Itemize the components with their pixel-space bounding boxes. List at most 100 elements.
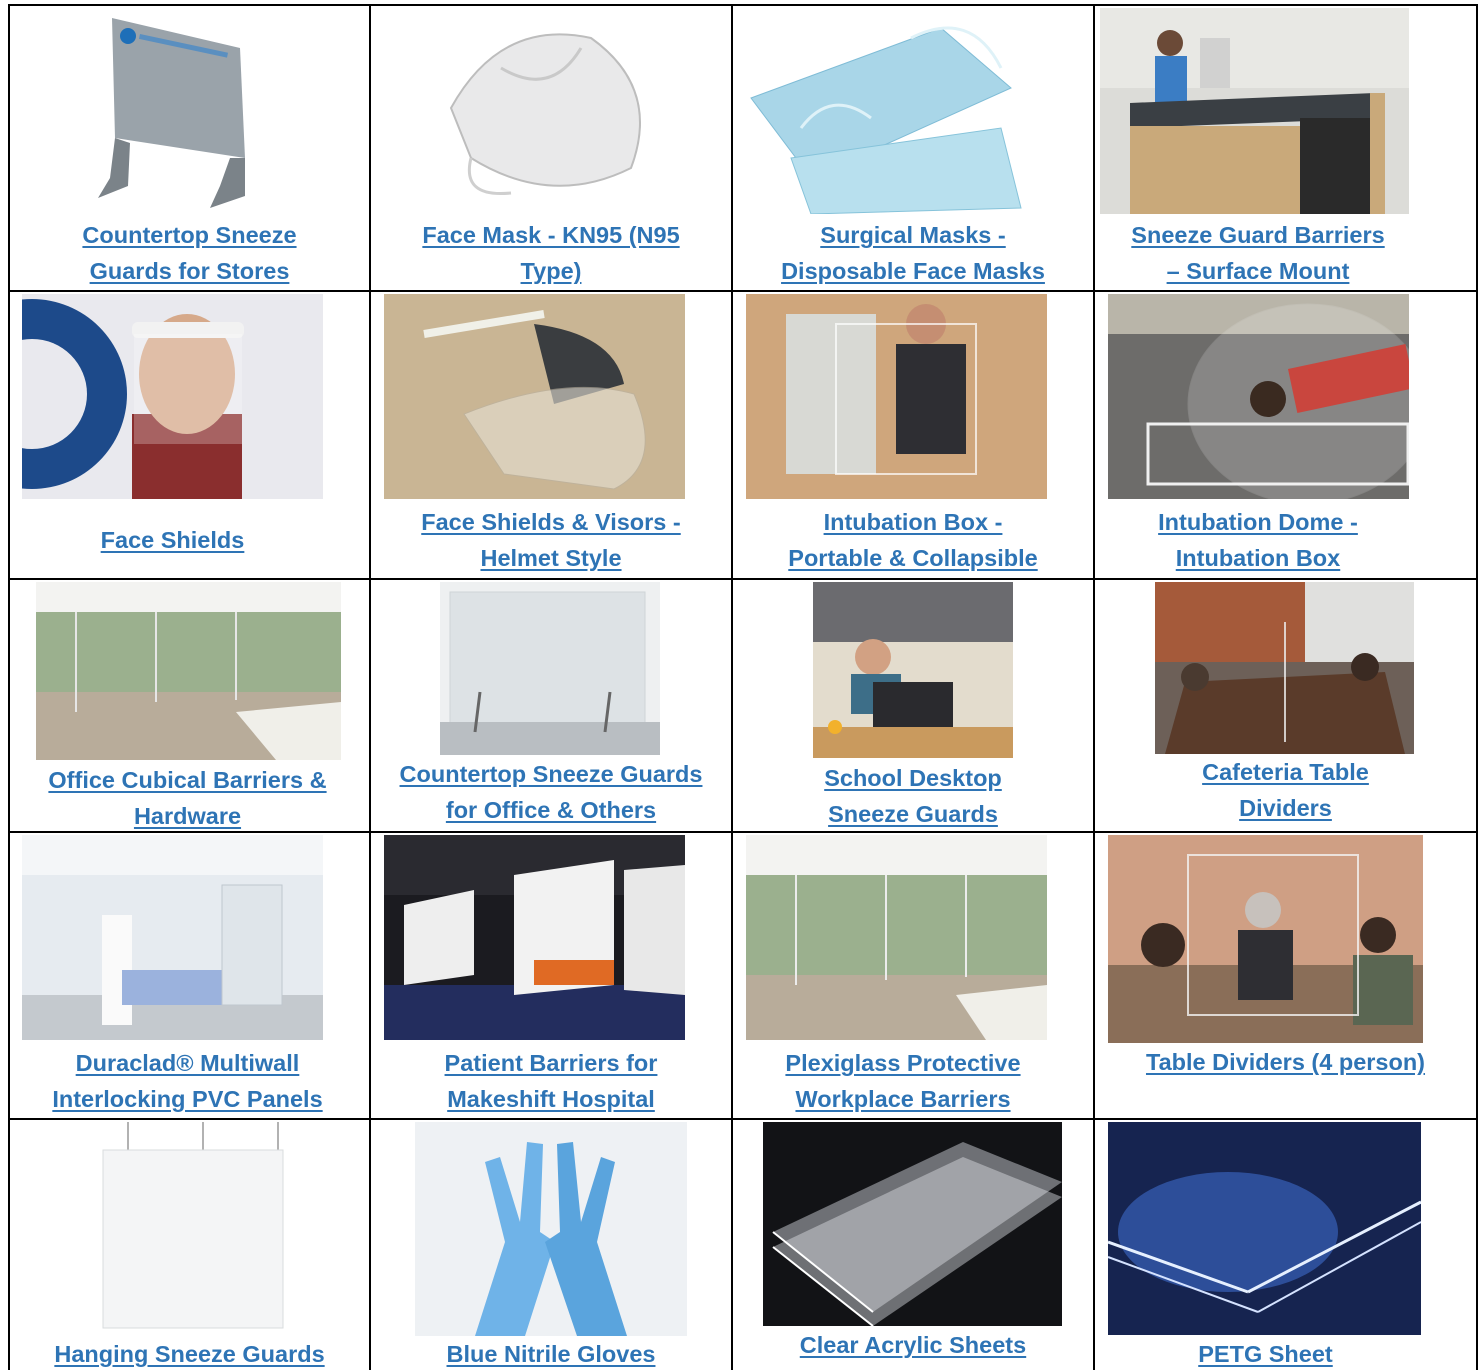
product-image[interactable] — [78, 1122, 298, 1332]
product-image[interactable] — [415, 1122, 687, 1336]
product-link[interactable]: Hanging Sneeze Guards — [10, 1336, 369, 1372]
table-dividers-photo — [1108, 835, 1423, 1043]
helmet-visor-photo — [423, 310, 646, 490]
caption-line: Hardware — [133, 803, 242, 829]
caption-line: Intubation Box — [1175, 545, 1341, 571]
caption-line: Intubation Box - — [823, 509, 1003, 535]
intubation-box-photo — [746, 294, 1047, 499]
caption-line: Blue Nitrile Gloves — [446, 1341, 656, 1367]
caption-line: School Desktop — [824, 765, 1002, 791]
product-grid: Countertop Sneeze Guards for Stores Face … — [8, 4, 1478, 1370]
product-link[interactable]: Clear Acrylic Sheets — [733, 1327, 1093, 1363]
product-caption: Countertop Sneeze Guards for Stores — [10, 217, 369, 289]
intubation-dome-photo — [1108, 294, 1409, 499]
product-caption: Face Shields — [10, 522, 335, 558]
product-image[interactable] — [36, 582, 341, 760]
caption-line: PETG Sheet — [1198, 1341, 1333, 1367]
product-image[interactable] — [1108, 294, 1409, 499]
kn95-mask-illustration — [449, 33, 641, 196]
hanging-sneeze-guard-photo — [102, 1122, 284, 1329]
product-image[interactable] — [746, 294, 1047, 499]
caption-line: Workplace Barriers — [795, 1086, 1011, 1112]
product-link[interactable]: Duraclad® Multiwall Interlocking PVC Pane… — [10, 1045, 365, 1117]
product-caption: Intubation Box - Portable & Collapsible — [733, 504, 1093, 576]
product-image[interactable] — [70, 8, 270, 214]
product-link[interactable]: Office Cubical Barriers & Hardware — [10, 762, 365, 834]
product-link[interactable]: Face Mask - KN95 (N95 Type) — [371, 217, 731, 289]
grid-border — [8, 290, 1478, 292]
caption-line: Face Shields & Visors - — [421, 509, 681, 535]
product-link[interactable]: Sneeze Guard Barriers – Surface Mount — [1095, 217, 1421, 289]
caption-line: Dividers — [1239, 795, 1332, 821]
sneeze-guard-illustration — [98, 18, 245, 208]
caption-line: Portable & Collapsible — [788, 545, 1038, 571]
product-image[interactable] — [22, 294, 323, 499]
product-caption: Plexiglass Protective Workplace Barriers — [733, 1045, 1073, 1117]
cafeteria-dividers-photo — [1155, 582, 1414, 754]
caption-line: Countertop Sneeze Guards — [399, 761, 703, 787]
product-link[interactable]: Face Shields — [10, 522, 335, 558]
product-image[interactable] — [1108, 835, 1423, 1043]
product-image[interactable] — [22, 835, 323, 1040]
product-link[interactable]: Intubation Dome - Intubation Box — [1095, 504, 1421, 576]
product-image[interactable] — [741, 8, 1031, 214]
makeshift-hospital-photo — [384, 835, 685, 1040]
product-image[interactable] — [1108, 1122, 1421, 1335]
product-image[interactable] — [1100, 8, 1409, 214]
petg-sheets-photo — [1108, 1122, 1421, 1335]
product-caption: School Desktop Sneeze Guards — [733, 760, 1093, 832]
product-image[interactable] — [384, 835, 685, 1040]
product-link[interactable]: Face Shields & Visors - Helmet Style — [371, 504, 731, 576]
product-image[interactable] — [431, 8, 671, 214]
grid-border — [731, 4, 733, 1370]
grid-border — [8, 578, 1478, 580]
caption-line: Sneeze Guards — [828, 801, 998, 827]
nitrile-gloves-photo — [475, 1142, 627, 1336]
product-link[interactable]: Table Dividers (4 person) — [1095, 1044, 1476, 1080]
grid-border — [1476, 4, 1478, 1370]
product-caption: Surgical Masks - Disposable Face Masks — [733, 217, 1093, 289]
product-image[interactable] — [384, 294, 685, 499]
product-image[interactable] — [763, 1122, 1062, 1326]
product-link[interactable]: Blue Nitrile Gloves — [371, 1336, 731, 1372]
product-image[interactable] — [440, 582, 660, 755]
product-caption: Face Mask - KN95 (N95 Type) — [371, 217, 731, 289]
caption-line: Intubation Dome - — [1158, 509, 1358, 535]
caption-line: Plexiglass Protective — [785, 1050, 1021, 1076]
product-caption: Intubation Dome - Intubation Box — [1095, 504, 1421, 576]
product-caption: PETG Sheet — [1095, 1336, 1436, 1372]
product-link[interactable]: PETG Sheet — [1095, 1336, 1436, 1372]
product-link[interactable]: Plexiglass Protective Workplace Barriers — [733, 1045, 1073, 1117]
workplace-barriers-photo — [746, 835, 1047, 1040]
office-cubicle-photo — [36, 582, 341, 760]
product-link[interactable]: Intubation Box - Portable & Collapsible — [733, 504, 1093, 576]
caption-line: Helmet Style — [480, 545, 622, 571]
product-link[interactable]: Patient Barriers for Makeshift Hospital — [371, 1045, 731, 1117]
product-link[interactable]: Surgical Masks - Disposable Face Masks — [733, 217, 1093, 289]
caption-line: Hanging Sneeze Guards — [54, 1341, 325, 1367]
caption-line: Surgical Masks - — [820, 222, 1006, 248]
product-caption: Table Dividers (4 person) — [1095, 1044, 1476, 1080]
caption-line: Duraclad® Multiwall — [75, 1050, 300, 1076]
product-link[interactable]: Countertop Sneeze Guards for Office & Oth… — [371, 756, 731, 828]
product-caption: Hanging Sneeze Guards — [10, 1336, 369, 1372]
product-image[interactable] — [746, 835, 1047, 1040]
caption-line: Office Cubical Barriers & — [48, 767, 327, 793]
caption-line: Interlocking PVC Panels — [52, 1086, 323, 1112]
product-caption: Office Cubical Barriers & Hardware — [10, 762, 365, 834]
product-caption: Clear Acrylic Sheets — [733, 1327, 1093, 1363]
caption-line: Clear Acrylic Sheets — [799, 1332, 1027, 1358]
grid-border — [8, 4, 1478, 6]
caption-line: Face Mask - KN95 (N95 — [422, 222, 680, 248]
product-caption: Face Shields & Visors - Helmet Style — [371, 504, 731, 576]
caption-line: Type) — [520, 258, 582, 284]
product-link[interactable]: Countertop Sneeze Guards for Stores — [10, 217, 369, 289]
product-link[interactable]: School Desktop Sneeze Guards — [733, 760, 1093, 832]
product-image[interactable] — [1155, 582, 1414, 754]
caption-line: – Surface Mount — [1166, 258, 1350, 284]
caption-line: Disposable Face Masks — [781, 258, 1045, 284]
caption-line: Guards for Stores — [89, 258, 290, 284]
grid-border — [8, 1118, 1478, 1120]
product-link[interactable]: Cafeteria Table Dividers — [1095, 754, 1476, 826]
product-image[interactable] — [813, 582, 1013, 758]
